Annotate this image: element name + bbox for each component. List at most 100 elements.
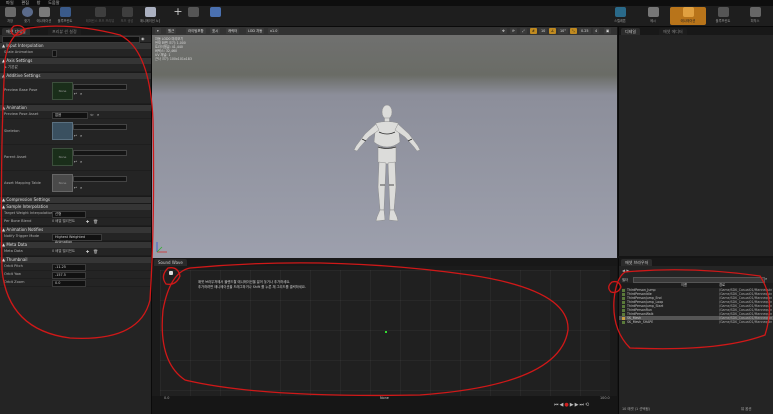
maximize-viewport-button[interactable]: ▣	[604, 28, 612, 34]
scale-animation-checkbox[interactable]	[52, 50, 57, 57]
category-animation-notifies[interactable]: ▲ Animation Notifies	[0, 226, 151, 233]
blend-space-grid[interactable]: 애셋 브라우저에서 블렌드할 애니메이션을 끌어 놓거나 추가하세요. 추가하려…	[160, 270, 610, 404]
tab-asset-browser[interactable]: 애셋 브라우저	[621, 259, 653, 266]
loop-icon[interactable]: ⟲	[585, 402, 590, 408]
grid-snap-button[interactable]: #	[530, 28, 537, 34]
notify-trigger-mode-combo[interactable]: Highest Weighted Animation	[52, 234, 102, 244]
property-row[interactable]: ▶ 기본값	[0, 64, 151, 72]
trash-icon[interactable]: 🗑	[93, 248, 98, 255]
property-row: Scale Animation	[0, 49, 151, 57]
show-button[interactable]: 표시	[210, 28, 221, 34]
mode-animation-button[interactable]: 애니메이션	[670, 7, 706, 25]
eye-icon[interactable]: ◉	[141, 36, 145, 41]
arrow-icon[interactable]: ↩	[74, 133, 77, 138]
blend-grid-icon[interactable]	[169, 271, 173, 275]
scale-snap-button[interactable]: ⤡	[570, 28, 577, 34]
asset-mapping-thumbnail[interactable]: None	[52, 174, 73, 192]
mode-skeleton-button[interactable]: 스켈레톤	[605, 7, 635, 25]
list-item[interactable]: SK_Mesh_SHAPE/Game/SDK_Casual01/Mannequi…	[619, 320, 773, 324]
search-icon[interactable]: ⌕	[80, 185, 82, 190]
skeleton-thumbnail[interactable]	[52, 122, 73, 140]
search-icon[interactable]: ⌕	[80, 159, 82, 164]
blend-sample-point[interactable]	[385, 331, 387, 333]
arrow-icon[interactable]: ⇦	[90, 111, 93, 118]
tab-asset-details[interactable]: 애셋 디테일	[2, 28, 30, 35]
trash-icon[interactable]: 🗑	[93, 218, 98, 225]
tab-sound-wave[interactable]: Sound Wave	[154, 259, 187, 266]
blueprint-icon	[59, 7, 71, 17]
preview-viewport[interactable]: ▾ 원근 라이팅포함 표시 캐릭터 LOD 자동 x1.0 ✥ ⟳ ⤢ # 10…	[152, 27, 617, 258]
add-element-icon[interactable]: ✚	[86, 218, 89, 225]
skeleton-combo[interactable]	[73, 124, 127, 130]
category-animation[interactable]: ▲ Animation	[0, 104, 151, 111]
blend-space-tabstrip: Sound Wave	[152, 258, 617, 266]
add-element-icon[interactable]: ✚	[86, 248, 89, 255]
reference-pose-icon	[94, 7, 106, 17]
nav-arrows[interactable]: ◀ ▶	[622, 268, 629, 273]
preview-base-pose-thumbnail[interactable]: None	[52, 82, 73, 100]
create-pose-button[interactable]: 포즈 생성	[117, 7, 137, 25]
animation-button[interactable]: 애니메이션	[34, 7, 54, 25]
category-sample-interpolation[interactable]: ▲ Sample Interpolation	[0, 203, 151, 210]
filter-label[interactable]: 필터	[622, 277, 628, 282]
blueprint-button[interactable]: 블루프린트	[55, 7, 75, 25]
mode-mesh-button[interactable]: 메시	[638, 7, 668, 25]
scale-snap-value[interactable]: 0.25	[579, 28, 591, 34]
camera-speed-button[interactable]: 4	[593, 28, 600, 34]
mode-blueprint-button[interactable]: 블루프린트	[708, 7, 738, 25]
asset-mapping-combo[interactable]	[73, 176, 127, 182]
character-button[interactable]: 캐릭터	[226, 28, 240, 34]
preview-base-pose-combo[interactable]	[73, 84, 127, 90]
asset-count: 10 애셋 (1 선택됨)	[622, 407, 650, 411]
orbit-zoom-input[interactable]: 0.0	[52, 280, 86, 287]
transform-button[interactable]: ✥	[500, 28, 507, 34]
rotate-button[interactable]: ⟳	[510, 28, 517, 34]
home-icon	[209, 7, 221, 17]
property-row: Skeleton ↩ ⌕	[0, 119, 151, 145]
scale-button[interactable]: ⤢	[520, 28, 527, 34]
parent-asset-thumbnail[interactable]: None	[52, 148, 73, 166]
blueprint-mode-icon	[717, 7, 729, 17]
mode-physics-button[interactable]: 피직스	[740, 7, 770, 25]
rotation-snap-value[interactable]: 10°	[558, 28, 569, 34]
arrow-icon[interactable]: ↩	[74, 185, 77, 190]
playback-controls: ⏮◀●▶▶⏭⟲	[554, 402, 590, 408]
category-input-interpolation[interactable]: ▲ Input Interpolation	[0, 42, 151, 49]
blend-space-notice: 애셋 브라우저에서 블렌드할 애니메이션을 끌어 놓거나 추가하세요. 추가하려…	[198, 280, 306, 289]
home-button[interactable]	[200, 7, 230, 25]
right-details-panel: 디테일 애셋 에디터	[618, 27, 773, 256]
category-axis-settings[interactable]: ▲ Axis Settings	[0, 57, 151, 64]
search-icon[interactable]: ⌕	[97, 111, 99, 118]
search-icon[interactable]: ⌕	[765, 276, 767, 281]
category-meta-data[interactable]: ▲ Meta Data	[0, 241, 151, 248]
rotation-snap-button[interactable]: ∠	[549, 28, 557, 34]
grid-snap-value[interactable]: 10	[539, 28, 548, 34]
expose-animation-button[interactable]: 애니메이션 노출	[140, 7, 160, 25]
tab-preview-scene[interactable]: 프리뷰 씬 설정	[48, 28, 81, 35]
lighting-button[interactable]: 라이팅포함	[186, 28, 206, 34]
target-weight-interpolation-combo[interactable]: 선형	[52, 211, 86, 218]
reference-pose-button[interactable]: 레퍼런스 포즈 프리뷰	[85, 7, 115, 25]
arrow-icon[interactable]: ↩	[74, 159, 77, 164]
tab-asset-editor[interactable]: 애셋 에디터	[659, 28, 687, 35]
mannequin-character	[353, 104, 421, 222]
orbit-pitch-input[interactable]: -11.25	[52, 264, 86, 271]
preview-pose-asset-combo[interactable]: 없음	[52, 112, 88, 119]
property-row: Parent Asset None ↩ ⌕	[0, 145, 151, 171]
lod-button[interactable]: LOD 자동	[246, 28, 265, 34]
tab-details[interactable]: 디테일	[621, 28, 641, 35]
details-search-input[interactable]	[2, 36, 140, 43]
perspective-button[interactable]: 원근	[166, 28, 177, 34]
playback-speed-button[interactable]: x1.0	[268, 28, 280, 34]
search-icon[interactable]: ⌕	[80, 133, 82, 138]
viewport-options-button[interactable]: ▾	[155, 28, 161, 34]
parent-asset-combo[interactable]	[73, 150, 127, 156]
search-icon[interactable]: ⌕	[80, 91, 82, 96]
property-row: Preview Base Pose None ↩ ⌕	[0, 79, 151, 104]
arrow-icon[interactable]: ↩	[74, 91, 77, 96]
orbit-yaw-input[interactable]: -157.5	[52, 272, 86, 279]
category-additive-settings[interactable]: ▲ Additive Settings	[0, 72, 151, 79]
view-options-button[interactable]: 뷰 옵션	[741, 406, 751, 411]
category-compression-settings[interactable]: ▲ Compression Settings	[0, 196, 151, 203]
category-thumbnail[interactable]: ▲ Thumbnail	[0, 256, 151, 263]
